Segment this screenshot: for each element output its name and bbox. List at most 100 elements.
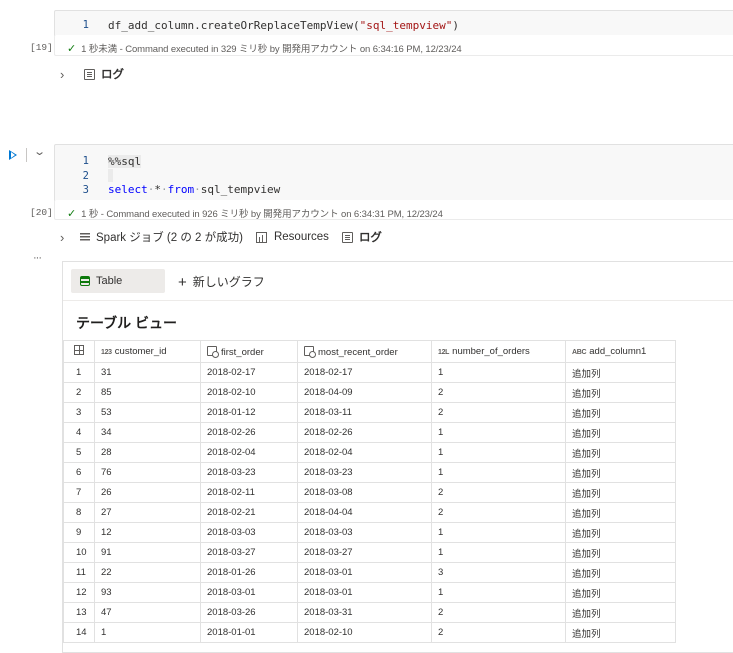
- table-row[interactable]: 4 34 2018-02-26 2018-02-26 1 追加列: [63, 422, 676, 443]
- table-cell[interactable]: 85: [94, 382, 201, 403]
- table-cell[interactable]: 2: [431, 502, 566, 523]
- table-cell[interactable]: 追加列: [565, 382, 676, 403]
- table-cell[interactable]: 2: [431, 482, 566, 503]
- table-cell[interactable]: 93: [94, 582, 201, 603]
- table-cell[interactable]: 追加列: [565, 522, 676, 543]
- table-cell[interactable]: 2018-03-08: [297, 482, 432, 503]
- table-cell[interactable]: 3: [431, 562, 566, 583]
- code-line-1[interactable]: df_add_column.createOrReplaceTempView("s…: [108, 19, 459, 32]
- table-cell[interactable]: 追加列: [565, 442, 676, 463]
- table-cell[interactable]: 2: [431, 382, 566, 403]
- table-cell[interactable]: 31: [94, 362, 201, 383]
- more-options-button[interactable]: ···: [33, 252, 42, 264]
- table-cell[interactable]: 2018-03-03: [200, 522, 298, 543]
- table-cell[interactable]: 2018-01-12: [200, 402, 298, 423]
- table-cell[interactable]: 2018-01-26: [200, 562, 298, 583]
- table-cell[interactable]: 2018-03-23: [200, 462, 298, 483]
- table-cell[interactable]: 追加列: [565, 402, 676, 423]
- column-header-first-order[interactable]: first_order: [200, 340, 298, 363]
- table-cell[interactable]: 追加列: [565, 622, 676, 643]
- table-cell[interactable]: 2018-02-17: [297, 362, 432, 383]
- chevron-right-icon[interactable]: ›: [60, 230, 74, 245]
- table-cell[interactable]: 2018-02-04: [297, 442, 432, 463]
- table-cell[interactable]: 2018-03-01: [297, 582, 432, 603]
- table-cell[interactable]: 2018-02-21: [200, 502, 298, 523]
- table-cell[interactable]: 1: [431, 442, 566, 463]
- table-cell[interactable]: 28: [94, 442, 201, 463]
- table-cell[interactable]: 47: [94, 602, 201, 623]
- table-cell[interactable]: 22: [94, 562, 201, 583]
- chevron-down-icon[interactable]: ⌄: [33, 145, 46, 158]
- table-cell[interactable]: 2: [431, 602, 566, 623]
- table-cell[interactable]: 1: [431, 362, 566, 383]
- table-cell[interactable]: 追加列: [565, 362, 676, 383]
- column-header-add-column1[interactable]: ABC add_column1: [565, 340, 676, 363]
- table-cell[interactable]: 91: [94, 542, 201, 563]
- resources-toggle[interactable]: Resources: [255, 231, 329, 243]
- table-row[interactable]: 7 26 2018-02-11 2018-03-08 2 追加列: [63, 482, 676, 503]
- new-graph-button[interactable]: + 新しいグラフ: [178, 273, 265, 291]
- table-cell[interactable]: 2018-02-26: [200, 422, 298, 443]
- log-toggle[interactable]: › ログ: [60, 66, 124, 82]
- code-cell-20[interactable]: 1 %%sql 2 3 select·*·from·sql_tempview: [54, 144, 733, 202]
- table-cell[interactable]: 追加列: [565, 422, 676, 443]
- table-row[interactable]: 1 31 2018-02-17 2018-02-17 1 追加列: [63, 362, 676, 383]
- table-cell[interactable]: 2018-03-23: [297, 462, 432, 483]
- table-cell[interactable]: 2018-03-11: [297, 402, 432, 423]
- table-cell[interactable]: 1: [94, 622, 201, 643]
- table-cell[interactable]: 追加列: [565, 582, 676, 603]
- table-cell[interactable]: 2018-03-27: [200, 542, 298, 563]
- table-row[interactable]: 6 76 2018-03-23 2018-03-23 1 追加列: [63, 462, 676, 483]
- table-cell[interactable]: 追加列: [565, 482, 676, 503]
- log-toggle[interactable]: ログ: [329, 229, 382, 245]
- table-cell[interactable]: 2018-02-04: [200, 442, 298, 463]
- table-cell[interactable]: 2018-02-10: [297, 622, 432, 643]
- table-cell[interactable]: 追加列: [565, 562, 676, 583]
- table-cell[interactable]: 2018-03-01: [297, 562, 432, 583]
- table-cell[interactable]: 2: [431, 402, 566, 423]
- spark-jobs-toggle[interactable]: Spark ジョブ (2 の 2 が成功): [80, 229, 243, 245]
- table-cell[interactable]: 2018-02-10: [200, 382, 298, 403]
- table-cell[interactable]: 2018-03-01: [200, 582, 298, 603]
- table-cell[interactable]: 追加列: [565, 602, 676, 623]
- table-cell[interactable]: 2018-03-26: [200, 602, 298, 623]
- table-cell[interactable]: 27: [94, 502, 201, 523]
- table-cell[interactable]: 2018-02-17: [200, 362, 298, 383]
- table-cell[interactable]: 26: [94, 482, 201, 503]
- column-header-customer-id[interactable]: 123 customer_id: [94, 340, 201, 363]
- table-row[interactable]: 3 53 2018-01-12 2018-03-11 2 追加列: [63, 402, 676, 423]
- table-cell[interactable]: 1: [431, 422, 566, 443]
- table-cell[interactable]: 34: [94, 422, 201, 443]
- table-cell[interactable]: 2018-03-27: [297, 542, 432, 563]
- table-cell[interactable]: 2018-04-04: [297, 502, 432, 523]
- table-cell[interactable]: 76: [94, 462, 201, 483]
- table-cell[interactable]: 2018-03-31: [297, 602, 432, 623]
- table-cell[interactable]: 追加列: [565, 502, 676, 523]
- table-cell[interactable]: 2018-04-09: [297, 382, 432, 403]
- table-row[interactable]: 9 12 2018-03-03 2018-03-03 1 追加列: [63, 522, 676, 543]
- table-row[interactable]: 14 1 2018-01-01 2018-02-10 2 追加列: [63, 622, 676, 643]
- table-cell[interactable]: 追加列: [565, 462, 676, 483]
- tab-table[interactable]: Table: [71, 269, 165, 293]
- column-header-most-recent-order[interactable]: most_recent_order: [297, 340, 432, 363]
- table-cell[interactable]: 1: [431, 542, 566, 563]
- table-row[interactable]: 8 27 2018-02-21 2018-04-04 2 追加列: [63, 502, 676, 523]
- table-cell[interactable]: 2018-02-26: [297, 422, 432, 443]
- table-cell[interactable]: 2: [431, 622, 566, 643]
- table-cell[interactable]: 2018-03-03: [297, 522, 432, 543]
- table-cell[interactable]: 1: [431, 582, 566, 603]
- table-cell[interactable]: 1: [431, 462, 566, 483]
- table-cell[interactable]: 2018-01-01: [200, 622, 298, 643]
- table-row[interactable]: 2 85 2018-02-10 2018-04-09 2 追加列: [63, 382, 676, 403]
- table-row[interactable]: 13 47 2018-03-26 2018-03-31 2 追加列: [63, 602, 676, 623]
- table-cell[interactable]: 53: [94, 402, 201, 423]
- code-line-2[interactable]: [108, 169, 113, 182]
- table-row[interactable]: 12 93 2018-03-01 2018-03-01 1 追加列: [63, 582, 676, 603]
- select-all-cell[interactable]: [63, 340, 95, 363]
- column-header-number-of-orders[interactable]: 12L number_of_orders: [431, 340, 566, 363]
- table-row[interactable]: 11 22 2018-01-26 2018-03-01 3 追加列: [63, 562, 676, 583]
- table-cell[interactable]: 2018-02-11: [200, 482, 298, 503]
- table-cell[interactable]: 1: [431, 522, 566, 543]
- code-cell-19[interactable]: 1 df_add_column.createOrReplaceTempView(…: [54, 10, 733, 37]
- table-cell[interactable]: 12: [94, 522, 201, 543]
